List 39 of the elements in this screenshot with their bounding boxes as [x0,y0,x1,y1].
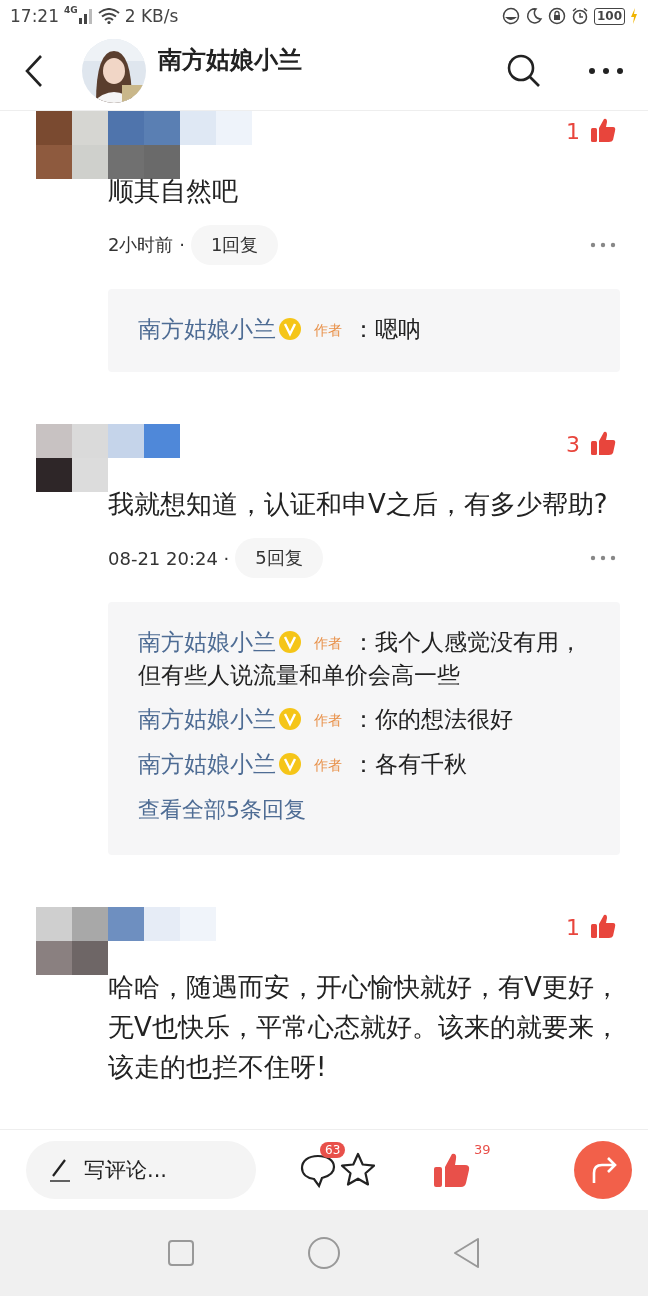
replies-button[interactable]: 1回复 [190,225,279,265]
comment-field[interactable]: 写评论... [26,1141,256,1199]
profile-name: 南方姑娘小兰 [158,45,302,76]
alarm-icon [570,7,589,25]
clock-time: 17:21 [10,6,59,26]
author-link[interactable]: 南方姑娘小兰 [138,751,276,777]
wifi-icon [97,8,120,24]
recent-apps-icon[interactable] [165,1238,196,1268]
status-icon [501,7,520,25]
battery-level: 100 [593,7,625,25]
comment-text: 哈哈，随遇而安，开心愉快就好，有V更好，无V也快乐，平常心态就好。该来的就要来，该走的也拦不住呀! [108,971,620,1084]
author-link[interactable]: 南方姑娘小兰 [138,316,276,342]
comment-count-badge: 63 [320,1142,346,1158]
thumbs-up-icon[interactable] [590,430,616,456]
moon-icon [524,7,543,25]
thumbs-up-icon[interactable] [590,913,616,939]
author-link[interactable]: 南方姑娘小兰 [138,629,276,655]
thumbs-up-icon[interactable] [590,117,616,143]
like-count: 1 [566,119,580,144]
lock-icon [547,7,566,25]
signal-icon [78,8,93,24]
comment-text: 顺其自然吧 [108,175,239,208]
more-icon[interactable] [588,67,624,75]
like-count: 1 [566,915,580,940]
home-icon[interactable] [307,1236,341,1270]
search-icon[interactable] [506,53,542,89]
comment-time: 08-21 20:24 · [108,547,230,569]
comment-time: 2小时前 · [108,233,185,257]
share-icon[interactable] [574,1141,632,1199]
like-count: 3 [566,432,580,457]
comment-text: 我就想知道，认证和申V之后，有多少帮助? [108,488,609,521]
author-link[interactable]: 南方姑娘小兰 [138,706,276,732]
view-all-link[interactable]: 查看全部5条回复 [138,795,306,825]
back-icon[interactable] [24,54,44,88]
like-count: 39 [474,1142,491,1157]
network-speed: 2 KB/s [124,6,179,26]
replies-button[interactable]: 5回复 [235,538,323,578]
network-type: 4G [64,5,78,15]
charging-icon [630,8,638,24]
